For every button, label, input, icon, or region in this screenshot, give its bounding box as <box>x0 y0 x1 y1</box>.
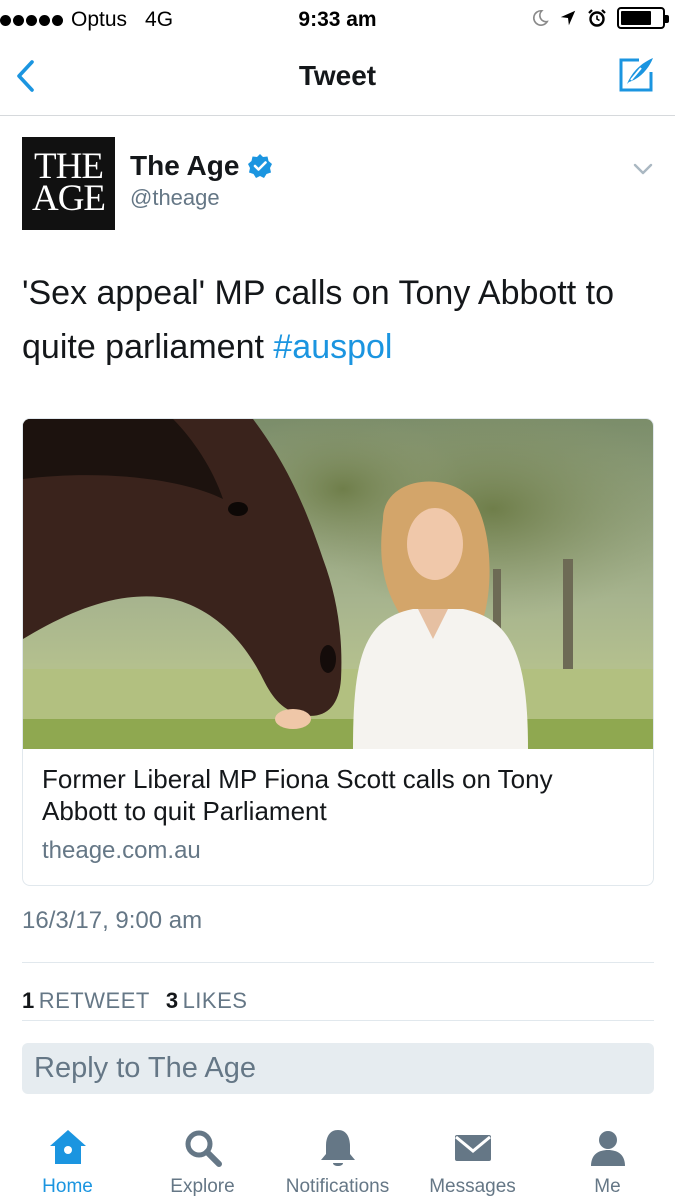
search-icon <box>185 1130 222 1167</box>
compose-icon[interactable] <box>615 54 657 96</box>
battery-level <box>621 11 651 25</box>
tab-explore[interactable]: Explore <box>135 1108 270 1200</box>
divider <box>22 962 654 963</box>
moon-icon <box>533 9 549 26</box>
home-icon <box>49 1130 86 1164</box>
verified-badge-icon <box>248 154 273 178</box>
author-handle[interactable]: @theage <box>130 185 220 211</box>
avatar[interactable]: THE AGE <box>22 137 115 230</box>
tab-label-notifications: Notifications <box>285 1176 390 1197</box>
divider <box>22 1020 654 1021</box>
avatar-line-2: AGE <box>31 178 106 219</box>
retweet-label: RETWEET <box>38 988 150 1013</box>
tab-messages[interactable]: Messages <box>405 1108 540 1200</box>
chevron-left-icon[interactable] <box>10 56 50 96</box>
card-domain: theage.com.au <box>42 837 201 864</box>
tab-notifications[interactable]: Notifications <box>270 1108 405 1200</box>
tab-label-messages: Messages <box>429 1176 516 1197</box>
envelope-icon <box>454 1135 491 1161</box>
person-icon <box>590 1131 625 1166</box>
battery-icon <box>617 7 669 29</box>
retweet-count: 1 <box>22 988 35 1013</box>
tweet-text: 'Sex appeal' MP calls on Tony Abbott to … <box>22 266 662 374</box>
alarm-icon <box>588 9 606 27</box>
page-title: Tweet <box>298 60 377 91</box>
chevron-down-icon[interactable] <box>629 155 657 183</box>
status-bar: Optus 4G 9:33 am <box>0 0 675 38</box>
tab-label-me: Me <box>594 1176 621 1197</box>
status-right <box>531 7 669 29</box>
likes-label: LIKES <box>182 988 248 1013</box>
tab-home[interactable]: Home <box>0 1108 135 1200</box>
author-name[interactable]: The Age <box>130 150 273 182</box>
reply-input[interactable] <box>22 1043 654 1094</box>
likes-stat[interactable]: 3 LIKES <box>166 988 248 1014</box>
tab-label-explore: Explore <box>170 1176 235 1197</box>
card-title: Former Liberal MP Fiona Scott calls on T… <box>42 764 553 826</box>
hashtag-link[interactable]: #auspol <box>273 328 392 366</box>
link-card[interactable]: Former Liberal MP Fiona Scott calls on T… <box>22 418 654 886</box>
tab-me[interactable]: Me <box>540 1108 675 1200</box>
tweet-stats: 1 RETWEET 3 LIKES <box>22 988 247 1014</box>
bell-icon <box>320 1130 355 1166</box>
author-name-text: The Age <box>130 150 240 181</box>
tweet-timestamp: 16/3/17, 9:00 am <box>22 907 203 934</box>
nav-bar: Tweet <box>0 38 675 116</box>
like-count: 3 <box>165 988 179 1013</box>
card-image <box>23 419 653 749</box>
tab-label-home: Home <box>42 1176 93 1197</box>
retweet-stat[interactable]: 1 RETWEET <box>22 988 150 1014</box>
location-arrow-icon <box>560 10 576 26</box>
tab-bar: Home Explore Notifications Messages Me <box>0 1108 675 1200</box>
